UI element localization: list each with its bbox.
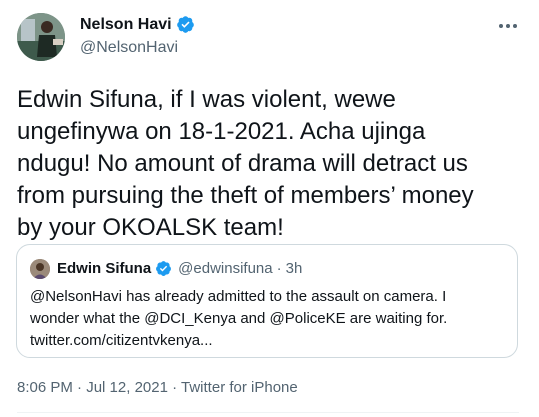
tweet-text: Edwin Sifuna, if I was violent, wewe ung… (17, 86, 474, 241)
divider (17, 412, 519, 413)
author-display-name[interactable]: Nelson Havi (80, 16, 172, 34)
more-horizontal-icon (498, 16, 518, 34)
verified-badge-icon (155, 260, 172, 277)
author-name-row: Nelson Havi (80, 15, 195, 34)
tweet-time[interactable]: 8:06 PM (17, 379, 73, 396)
verified-badge-icon (176, 15, 195, 34)
quoted-header: Edwin Sifuna @edwinsifuna · 3h (57, 260, 302, 277)
quoted-handle: @edwinsifuna (178, 260, 273, 277)
meta-separator: · (72, 379, 87, 396)
quoted-text: @NelsonHavi has already admitted to the … (30, 288, 448, 349)
more-options-button[interactable] (497, 14, 519, 36)
author-avatar[interactable] (17, 13, 65, 61)
quoted-display-name: Edwin Sifuna (57, 260, 152, 277)
quoted-separator: · (276, 260, 282, 277)
author-handle[interactable]: @NelsonHavi (80, 39, 178, 57)
tweet-date[interactable]: Jul 12, 2021 (86, 379, 168, 396)
meta-separator: · (167, 379, 182, 396)
tweet-source[interactable]: Twitter for iPhone (181, 379, 298, 396)
tweet-meta: 8:06 PM · Jul 12, 2021 · Twitter for iPh… (17, 379, 298, 396)
quoted-author-avatar (30, 259, 50, 279)
quoted-tweet[interactable]: Edwin Sifuna @edwinsifuna · 3h @NelsonHa… (16, 244, 518, 358)
tweet-card: Nelson Havi @NelsonHavi Edwin Sifuna, if… (0, 0, 539, 417)
quoted-timestamp: 3h (285, 260, 303, 277)
